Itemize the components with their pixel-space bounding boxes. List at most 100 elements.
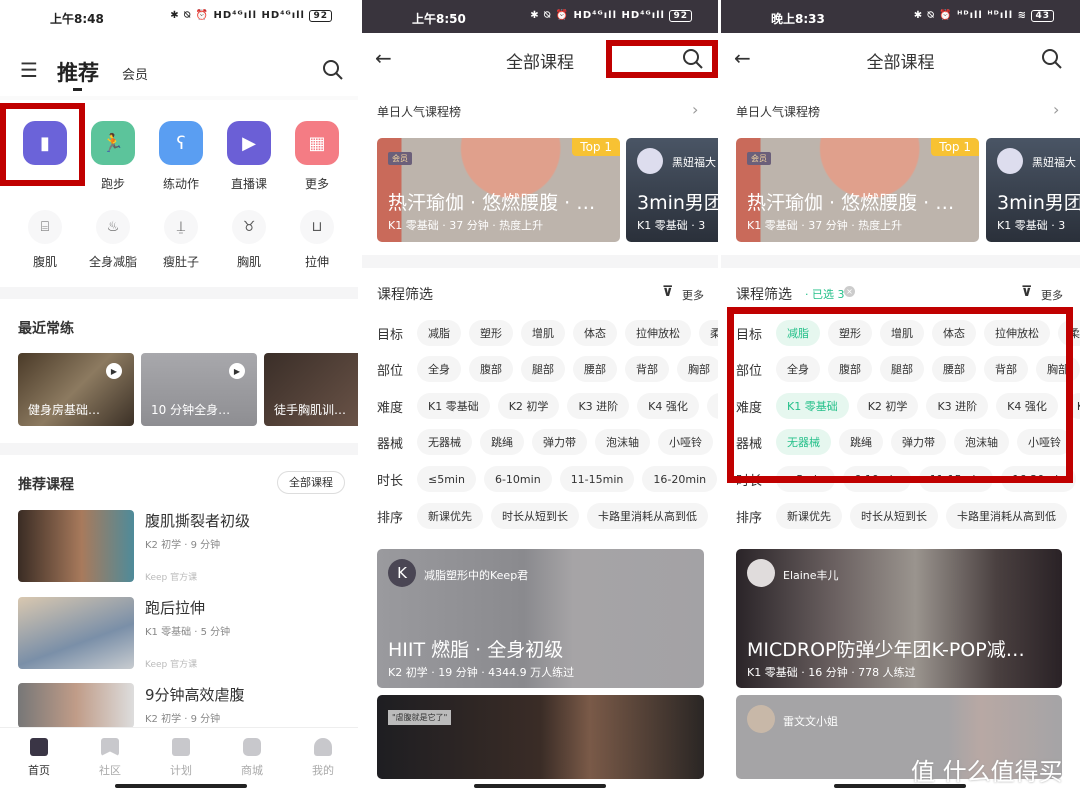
filter-chip[interactable]: 时长从短到长 (491, 503, 579, 529)
course-source: Keep 官方课 (145, 660, 198, 670)
nav-profile[interactable]: 我的 (295, 738, 351, 778)
flame-icon[interactable]: ♨ (96, 210, 130, 244)
nav-label: 首页 (28, 764, 50, 777)
nav-store[interactable]: 商城 (224, 738, 280, 778)
course-source: Keep 官方课 (145, 573, 198, 583)
body-part-label[interactable]: 全身减脂 (79, 253, 147, 270)
avatar (997, 148, 1023, 174)
highlight-box (727, 307, 1073, 483)
running-icon[interactable]: 🏃 (91, 121, 135, 165)
highlight-box (0, 103, 85, 186)
filter-chip[interactable]: 塑形 (469, 320, 513, 346)
course-card-title: HIIT 燃脂 · 全身初级 (388, 639, 564, 661)
filter-chip[interactable]: 胸部 (677, 356, 718, 382)
filter-chip[interactable]: 11-15min (559, 466, 635, 492)
keep-avatar: K (388, 559, 416, 587)
course-card[interactable]: Elaine丰儿 MICDROP防弹少年团K-POP减… K1 零基础 · 16… (736, 549, 1062, 688)
course-thumbnail[interactable] (18, 597, 134, 669)
filter-chip[interactable]: 体态 (573, 320, 617, 346)
home-indicator (474, 784, 606, 788)
rank-card[interactable]: 黑妞福大 3min男团 K1 零基础 · 3 (626, 138, 718, 242)
course-title[interactable]: 腹肌撕裂者初级 (145, 510, 250, 531)
tv-icon[interactable]: ▶ (227, 121, 271, 165)
filter-chip[interactable]: K4 强化 (637, 393, 699, 419)
filter-chip[interactable]: ≤5min (417, 466, 476, 492)
body-part-label[interactable]: 瘦肚子 (147, 253, 215, 270)
filter-chip[interactable]: 新课优先 (776, 503, 842, 529)
chevron-right-icon[interactable]: › (1053, 100, 1059, 119)
course-thumbnail[interactable] (18, 510, 134, 582)
nav-home[interactable]: 首页 (11, 738, 67, 778)
filter-chip[interactable]: K3 进阶 (567, 393, 630, 419)
course-title[interactable]: 跑后拉伸 (145, 597, 205, 618)
tab-member[interactable]: 会员 (122, 64, 148, 83)
nav-community[interactable]: 社区 (82, 738, 138, 778)
filter-chip[interactable]: 减脂 (417, 320, 461, 346)
filter-chip[interactable]: 增肌 (521, 320, 565, 346)
filter-chip[interactable]: 跳绳 (480, 429, 524, 455)
filter-chip[interactable]: 小哑铃 (658, 429, 713, 455)
chevron-right-icon[interactable]: › (692, 100, 698, 119)
filter-chip[interactable]: 腹部 (469, 356, 513, 382)
search-icon[interactable] (1041, 48, 1063, 70)
filter-chip[interactable]: 时长从短到长 (850, 503, 938, 529)
rank-card-title: 热汗瑜伽 · 悠燃腰腹 · … (388, 192, 596, 214)
body-part-label[interactable]: 腹肌 (11, 253, 79, 270)
course-title[interactable]: 9分钟高效虐腹 (145, 684, 245, 705)
ranking-title[interactable]: 单日人气课程榜 (377, 103, 461, 120)
filter-chip[interactable]: K1 零基础 (417, 393, 490, 419)
stretch-icon[interactable]: ⊔ (300, 210, 334, 244)
filter-icon[interactable]: ⊽ (662, 284, 673, 300)
more-filters-button[interactable]: 更多 (682, 287, 704, 303)
filter-chip[interactable]: 弹力带 (532, 429, 587, 455)
filter-chip[interactable]: K5 挑 (706, 393, 718, 419)
filter-chip[interactable]: 无器械 (417, 429, 472, 455)
filter-chip[interactable]: K2 初学 (497, 393, 560, 419)
filter-chip[interactable]: 腿部 (521, 356, 565, 382)
rank-card[interactable]: 黑妞福大 3min男团 K1 零基础 · 3 (986, 138, 1080, 242)
all-courses-button[interactable]: 全部课程 (277, 471, 345, 494)
filter-chip[interactable]: 卡路里消耗从高到低 (946, 503, 1067, 529)
filter-chip[interactable]: 背部 (625, 356, 669, 382)
recent-item[interactable]: ▶ 10 分钟全身… (141, 353, 257, 426)
tab-recommend[interactable]: 推荐 (57, 57, 99, 87)
recommended-title: 推荐课程 (18, 477, 74, 493)
quick-entry-label[interactable]: 练动作 (147, 175, 215, 192)
nav-plan[interactable]: 计划 (153, 738, 209, 778)
belly-icon[interactable]: ⍊ (164, 210, 198, 244)
more-filters-button[interactable]: 更多 (1041, 287, 1063, 303)
recent-item[interactable]: ▶ 健身房基础… (18, 353, 134, 426)
menu-icon[interactable]: ☰ (20, 58, 38, 82)
body-part-label[interactable]: 拉伸 (283, 253, 351, 270)
chest-icon[interactable]: ♉ (232, 210, 266, 244)
filter-chip[interactable]: 16-20min (642, 466, 718, 492)
quick-entry-label[interactable]: 直播课 (215, 175, 283, 192)
filter-chip[interactable]: 柔韧 (699, 320, 718, 346)
quick-entry-label[interactable]: 更多 (283, 175, 351, 192)
squat-icon[interactable]: ʕ (159, 121, 203, 165)
filter-chip[interactable]: 卡路里消耗从高到低 (587, 503, 708, 529)
recent-item[interactable]: 徒手胸肌训… (264, 353, 358, 426)
course-card[interactable]: K 减脂塑形中的Keep君 HIIT 燃脂 · 全身初级 K2 初学 · 19 … (377, 549, 704, 688)
body-part-label[interactable]: 胸肌 (215, 253, 283, 270)
filter-chip[interactable]: 腰部 (573, 356, 617, 382)
filter-chip[interactable]: 拉伸放松 (625, 320, 691, 346)
course-card[interactable]: "虐腹就是它了" (377, 695, 704, 779)
rank-card[interactable]: 会员 Top 1 热汗瑜伽 · 悠燃腰腹 · … K1 零基础 · 37 分钟 … (377, 138, 620, 242)
filter-chip[interactable]: 全身 (417, 356, 461, 382)
filter-icon[interactable]: ⊽ (1021, 284, 1032, 300)
abs-icon[interactable]: ⌸ (28, 210, 62, 244)
grid-icon[interactable]: ▦ (295, 121, 339, 165)
filter-chip[interactable]: 泡沫轴 (595, 429, 650, 455)
filter-chip[interactable]: 6-10min (483, 466, 552, 492)
clear-selection-icon[interactable]: × (844, 286, 855, 297)
search-icon[interactable] (322, 59, 344, 81)
quick-entry-label[interactable]: 跑步 (79, 175, 147, 192)
ranking-title[interactable]: 单日人气课程榜 (736, 103, 820, 120)
course-thumbnail[interactable] (18, 683, 134, 728)
filter-chip[interactable]: 新课优先 (417, 503, 483, 529)
course-card-meta: K2 初学 · 19 分钟 · 4344.9 万人练过 (388, 666, 575, 679)
rank-card[interactable]: 会员 Top 1 热汗瑜伽 · 悠燃腰腹 · … K1 零基础 · 37 分钟 … (736, 138, 979, 242)
play-icon: ▶ (106, 363, 122, 379)
divider (362, 255, 718, 268)
